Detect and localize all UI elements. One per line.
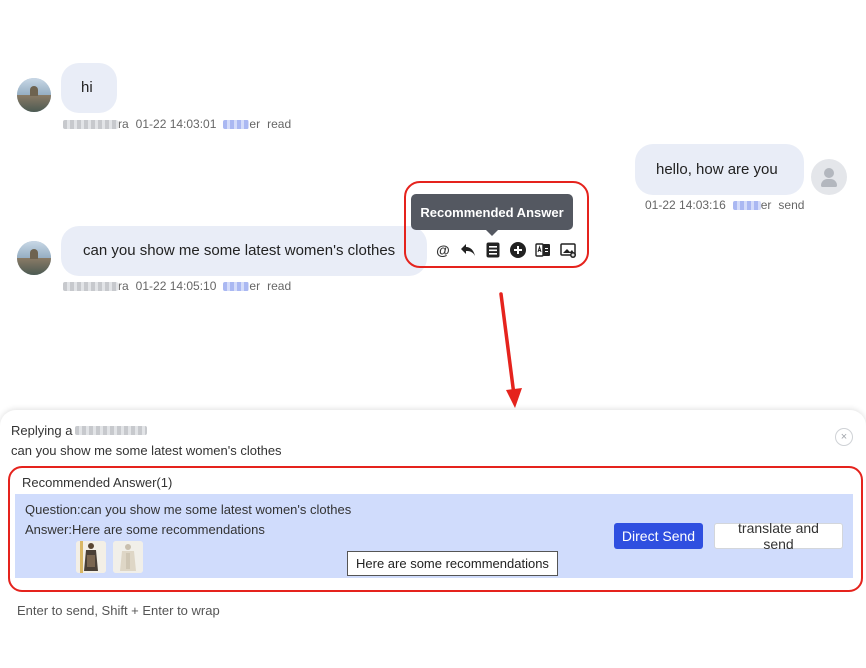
input-hint: Enter to send, Shift + Enter to wrap — [17, 603, 220, 618]
sender-name: ra — [63, 279, 129, 293]
product-thumbnail[interactable] — [113, 541, 143, 573]
recommended-answer-text: Answer:Here are some recommendations — [25, 522, 265, 537]
at-icon[interactable]: @ — [434, 241, 452, 259]
recommended-answer-header: Recommended Answer(1) — [22, 475, 173, 490]
message-status: read — [267, 279, 292, 293]
recommended-question: Question:can you show me some latest wom… — [25, 502, 352, 517]
answer-hover-tooltip: Here are some recommendations — [347, 551, 558, 576]
agent-name: er — [223, 279, 260, 293]
customer-avatar — [17, 241, 51, 275]
reply-icon[interactable] — [459, 241, 477, 259]
message-meta: ra 01-22 14:05:10 er read — [63, 279, 291, 293]
image-icon[interactable] — [559, 241, 577, 259]
message-bubble[interactable]: hello, how are you — [635, 144, 804, 195]
message-meta: 01-22 14:03:16 er send — [645, 198, 804, 212]
close-reply-icon[interactable]: × — [835, 428, 853, 446]
message-text: hi — [81, 79, 93, 96]
message-text: can you show me some latest women's clot… — [83, 242, 396, 259]
translate-icon[interactable] — [534, 241, 552, 259]
add-circle-icon[interactable] — [509, 241, 527, 259]
sender-name: ra — [63, 117, 129, 131]
quoted-message: can you show me some latest women's clot… — [11, 443, 282, 458]
message-time: 01-22 14:05:10 — [135, 279, 217, 293]
recommended-answer-icon[interactable] — [484, 241, 502, 259]
message-status: read — [267, 117, 292, 131]
message-bubble[interactable]: hi — [61, 63, 117, 113]
agent-name: er — [223, 117, 260, 131]
product-thumbnail[interactable] — [76, 541, 106, 573]
agent-name: er — [732, 198, 771, 212]
translate-and-send-button[interactable]: translate and send — [714, 520, 843, 552]
direct-send-button[interactable]: Direct Send — [614, 523, 703, 549]
customer-avatar — [17, 78, 51, 112]
message-bubble[interactable]: can you show me some latest women's clot… — [61, 226, 427, 276]
message-time: 01-22 14:03:16 — [645, 198, 726, 212]
agent-avatar — [811, 159, 847, 195]
message-meta: ra 01-22 14:03:01 er read — [63, 117, 291, 131]
annotation-arrow — [499, 292, 522, 408]
recommended-answer-tooltip: Recommended Answer — [411, 194, 573, 236]
message-text: hello, how are you — [656, 161, 778, 178]
message-time: 01-22 14:03:01 — [135, 117, 217, 131]
replying-label: Replying a — [11, 423, 148, 438]
message-action-toolbar: @ — [434, 240, 577, 260]
message-status: send — [778, 198, 805, 212]
